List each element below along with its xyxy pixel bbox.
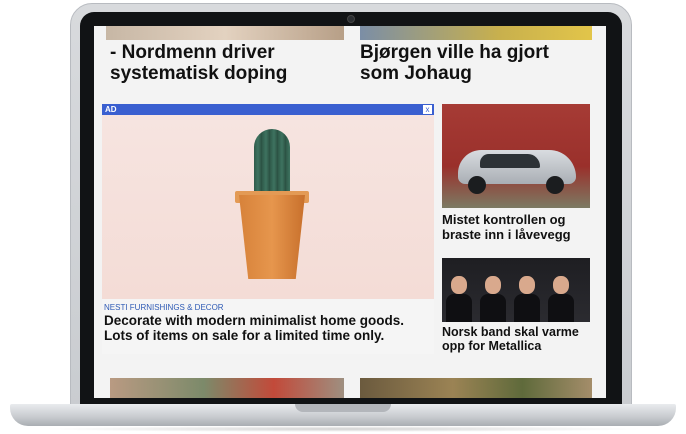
article-image-band[interactable] [442,258,590,322]
ad-label: AD [105,105,117,114]
person-shape [514,294,540,322]
car-wheel-shape [546,176,564,194]
person-shape [446,294,472,322]
ad-card[interactable]: AD x NESTI FURNISHINGS & DECOR Decorate … [102,104,434,354]
ad-sponsor[interactable]: NESTI FURNISHINGS & DECOR [104,303,224,312]
person-face-shape [553,276,569,294]
article-image-bottom-left[interactable] [110,378,344,398]
car-window-shape [480,154,540,168]
laptop-notch [295,404,391,412]
ad-close-icon[interactable]: x [423,105,432,114]
person-face-shape [451,276,467,294]
article-image-top-right[interactable] [360,26,592,40]
ad-headline[interactable]: Decorate with modern minimalist home goo… [104,313,434,343]
article-image-car[interactable] [442,104,590,208]
article-headline-car[interactable]: Mistet kontrollen og braste inn i låveve… [442,212,594,242]
person-face-shape [485,276,501,294]
person-shape [548,294,574,322]
cactus-shape [254,129,290,197]
ad-bar: AD x [102,104,434,115]
article-image-top-left[interactable] [106,26,344,40]
screen: - Nordmenn driver systematisk doping Bjø… [94,26,606,398]
article-headline-top-right[interactable]: Bjørgen ville ha gjort som Johaug [360,42,592,85]
car-wheel-shape [468,176,486,194]
laptop-shadow [40,426,646,432]
person-face-shape [519,276,535,294]
article-headline-band[interactable]: Norsk band skal varme opp for Metallica [442,325,594,353]
ad-image-cactus[interactable] [102,115,434,299]
person-shape [480,294,506,322]
article-image-bottom-right[interactable] [360,378,592,398]
webcam-icon [347,15,355,23]
article-headline-top-left[interactable]: - Nordmenn driver systematisk doping [110,42,340,85]
pot-shape [239,195,305,279]
